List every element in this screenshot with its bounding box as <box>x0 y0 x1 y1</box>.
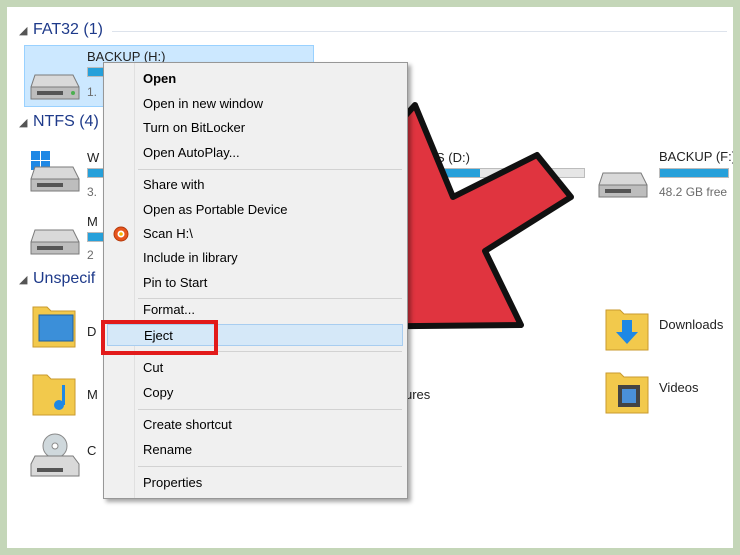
menu-item-properties[interactable]: Properties <box>107 472 403 494</box>
menu-separator <box>138 466 402 467</box>
menu-item-include-library[interactable]: Include in library <box>107 247 403 269</box>
eject-highlight-box <box>101 320 218 355</box>
menu-item-pin-start[interactable]: Pin to Start <box>107 272 403 294</box>
menu-item-format[interactable]: Format... <box>107 299 403 321</box>
menu-item-create-shortcut[interactable]: Create shortcut <box>107 414 403 436</box>
explorer-window: ◢ FAT32 (1) BACKUP (H:) 1. ◢ NTFS (4) W … <box>7 7 733 548</box>
menu-item-portable-device[interactable]: Open as Portable Device <box>107 199 403 221</box>
menu-item-open-new-window[interactable]: Open in new window <box>107 93 403 115</box>
menu-item-cut[interactable]: Cut <box>107 357 403 379</box>
context-menu: Open Open in new window Turn on BitLocke… <box>103 62 408 499</box>
scan-icon <box>113 226 129 242</box>
menu-item-rename[interactable]: Rename <box>107 439 403 461</box>
menu-separator <box>138 409 402 410</box>
menu-item-share-with[interactable]: Share with <box>107 174 403 196</box>
menu-separator <box>138 169 402 170</box>
menu-item-copy[interactable]: Copy <box>107 382 403 404</box>
menu-item-bitlocker[interactable]: Turn on BitLocker <box>107 117 403 139</box>
menu-item-scan[interactable]: Scan H:\ <box>107 223 403 245</box>
menu-item-open[interactable]: Open <box>107 68 403 90</box>
menu-item-autoplay[interactable]: Open AutoPlay... <box>107 142 403 164</box>
